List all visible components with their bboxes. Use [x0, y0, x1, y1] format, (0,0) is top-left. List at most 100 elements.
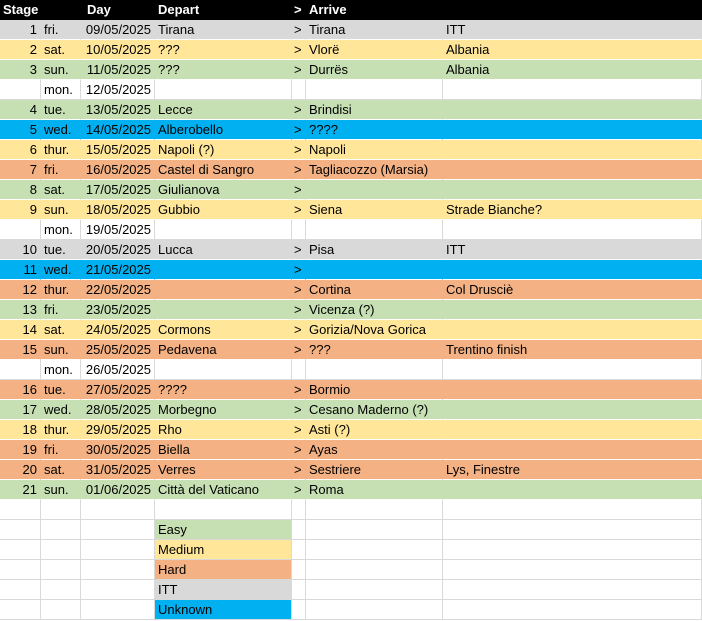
cell-arrive[interactable]: ??? [306, 340, 443, 360]
empty-cell[interactable] [306, 540, 443, 560]
empty-cell[interactable] [306, 520, 443, 540]
cell-date[interactable]: 21/05/2025 [81, 260, 155, 280]
cell-note[interactable] [443, 440, 702, 460]
legend-medium[interactable]: Medium [155, 540, 292, 560]
legend-unknown[interactable]: Unknown [155, 600, 292, 620]
cell-depart[interactable]: Giulianova [155, 180, 292, 200]
cell-date[interactable]: 31/05/2025 [81, 460, 155, 480]
cell-weekday[interactable]: sat. [41, 460, 81, 480]
cell-stage[interactable] [0, 80, 41, 100]
cell-arrow[interactable]: > [292, 440, 306, 460]
cell-date[interactable]: 14/05/2025 [81, 120, 155, 140]
cell-stage[interactable]: 7 [0, 160, 41, 180]
cell-depart[interactable]: Biella [155, 440, 292, 460]
cell-stage[interactable]: 10 [0, 240, 41, 260]
cell-date[interactable]: 13/05/2025 [81, 100, 155, 120]
empty-cell[interactable] [0, 580, 41, 600]
cell-depart[interactable]: Alberobello [155, 120, 292, 140]
empty-cell[interactable] [443, 600, 702, 620]
cell-note[interactable] [443, 300, 702, 320]
header-day[interactable]: Day [81, 0, 155, 20]
empty-cell[interactable] [292, 560, 306, 580]
cell-arrive[interactable] [306, 180, 443, 200]
cell-arrive[interactable]: Siena [306, 200, 443, 220]
cell-date[interactable]: 18/05/2025 [81, 200, 155, 220]
cell-date[interactable]: 22/05/2025 [81, 280, 155, 300]
cell-note[interactable] [443, 400, 702, 420]
cell-weekday[interactable]: mon. [41, 360, 81, 380]
cell-depart[interactable] [155, 360, 292, 380]
cell-depart[interactable]: ??? [155, 60, 292, 80]
cell-note[interactable] [443, 420, 702, 440]
cell-stage[interactable]: 9 [0, 200, 41, 220]
cell-arrive[interactable] [306, 220, 443, 240]
cell-weekday[interactable]: sun. [41, 60, 81, 80]
cell-note[interactable]: ITT [443, 240, 702, 260]
cell-weekday[interactable]: mon. [41, 80, 81, 100]
cell-arrive[interactable]: Ayas [306, 440, 443, 460]
cell-depart[interactable]: Lucca [155, 240, 292, 260]
cell-note[interactable] [443, 220, 702, 240]
cell-stage[interactable]: 5 [0, 120, 41, 140]
cell-depart[interactable]: Rho [155, 420, 292, 440]
cell-note[interactable]: Trentino finish [443, 340, 702, 360]
cell-arrive[interactable]: ???? [306, 120, 443, 140]
cell-arrow[interactable]: > [292, 420, 306, 440]
cell-date[interactable]: 30/05/2025 [81, 440, 155, 460]
cell-arrive[interactable]: Pisa [306, 240, 443, 260]
cell-depart[interactable]: Gubbio [155, 200, 292, 220]
cell-depart[interactable]: Morbegno [155, 400, 292, 420]
cell-arrive[interactable] [306, 80, 443, 100]
cell-stage[interactable]: 18 [0, 420, 41, 440]
cell-depart[interactable] [155, 220, 292, 240]
empty-cell[interactable] [292, 500, 306, 520]
cell-arrow[interactable]: > [292, 320, 306, 340]
cell-arrow[interactable]: > [292, 140, 306, 160]
cell-stage[interactable]: 4 [0, 100, 41, 120]
cell-depart[interactable] [155, 80, 292, 100]
empty-cell[interactable] [0, 600, 41, 620]
cell-weekday[interactable]: fri. [41, 20, 81, 40]
empty-cell[interactable] [0, 560, 41, 580]
cell-note[interactable] [443, 180, 702, 200]
cell-stage[interactable]: 1 [0, 20, 41, 40]
cell-stage[interactable]: 6 [0, 140, 41, 160]
cell-arrive[interactable] [306, 360, 443, 380]
cell-weekday[interactable]: sat. [41, 320, 81, 340]
cell-arrive[interactable]: Tirana [306, 20, 443, 40]
cell-stage[interactable]: 15 [0, 340, 41, 360]
cell-date[interactable]: 25/05/2025 [81, 340, 155, 360]
cell-weekday[interactable]: wed. [41, 260, 81, 280]
header-stage[interactable]: Stage [0, 0, 41, 20]
empty-cell[interactable] [0, 540, 41, 560]
cell-arrow[interactable]: > [292, 200, 306, 220]
cell-weekday[interactable]: sat. [41, 180, 81, 200]
cell-note[interactable]: Lys, Finestre [443, 460, 702, 480]
cell-stage[interactable] [0, 360, 41, 380]
empty-cell[interactable] [41, 500, 81, 520]
header-arrow[interactable]: > [292, 0, 306, 20]
cell-arrow[interactable]: > [292, 340, 306, 360]
cell-weekday[interactable]: thur. [41, 280, 81, 300]
cell-date[interactable]: 27/05/2025 [81, 380, 155, 400]
cell-note[interactable]: Albania [443, 40, 702, 60]
cell-date[interactable]: 15/05/2025 [81, 140, 155, 160]
cell-stage[interactable]: 20 [0, 460, 41, 480]
cell-date[interactable]: 01/06/2025 [81, 480, 155, 500]
cell-arrow[interactable]: > [292, 480, 306, 500]
cell-note[interactable]: ITT [443, 20, 702, 40]
cell-arrow[interactable]: > [292, 240, 306, 260]
cell-depart[interactable] [155, 260, 292, 280]
cell-arrive[interactable]: Cesano Maderno (?) [306, 400, 443, 420]
cell-stage[interactable]: 3 [0, 60, 41, 80]
cell-arrow[interactable]: > [292, 260, 306, 280]
cell-arrive[interactable]: Cortina [306, 280, 443, 300]
cell-stage[interactable]: 17 [0, 400, 41, 420]
cell-weekday[interactable]: thur. [41, 140, 81, 160]
cell-depart[interactable]: Tirana [155, 20, 292, 40]
cell-arrow[interactable]: > [292, 160, 306, 180]
cell-arrow[interactable] [292, 220, 306, 240]
empty-cell[interactable] [0, 520, 41, 540]
cell-stage[interactable]: 2 [0, 40, 41, 60]
cell-note[interactable] [443, 100, 702, 120]
